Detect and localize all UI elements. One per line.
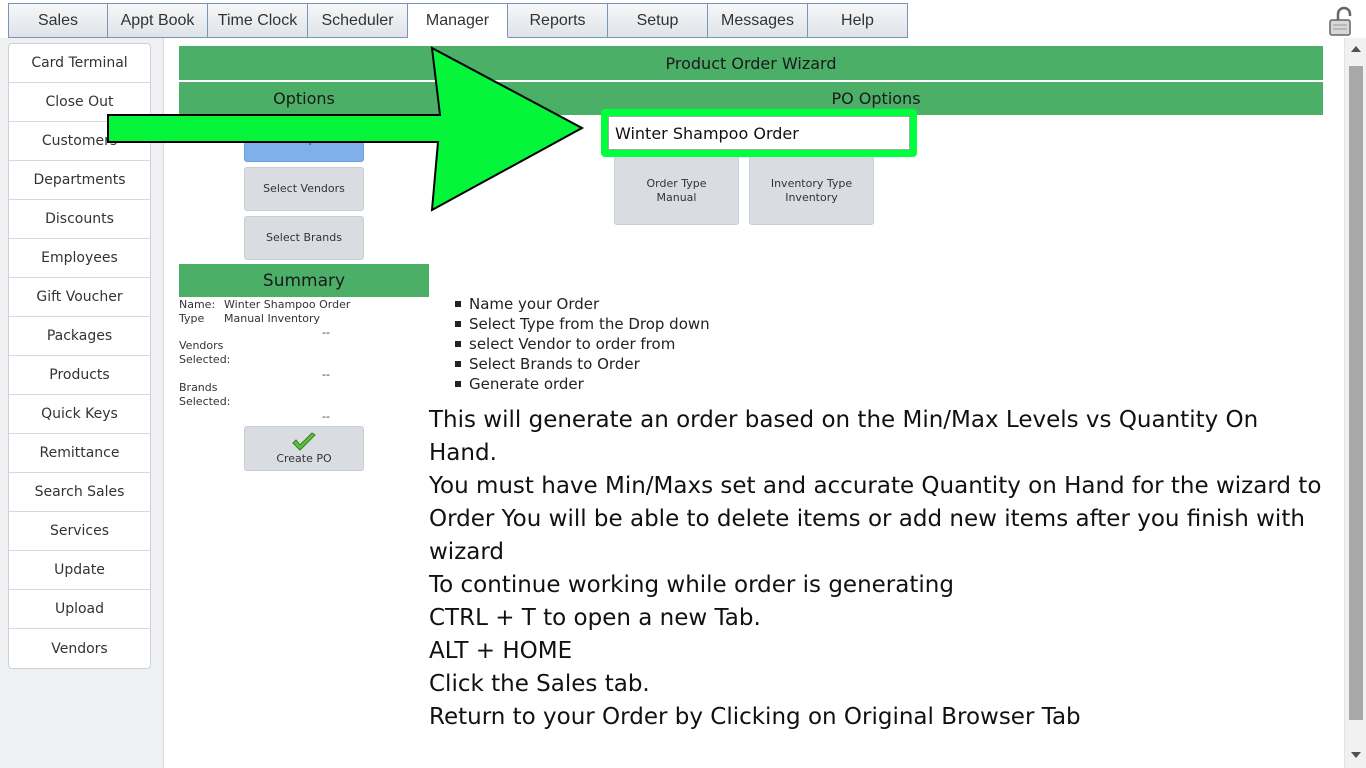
summary-name-value: Winter Shampoo Order [224, 298, 351, 311]
instruction-item: select Vendor to order from [455, 334, 710, 354]
instruction-item: Select Type from the Drop down [455, 315, 710, 333]
summary-brands-value: -- [322, 410, 330, 423]
tab-time-clock[interactable]: Time Clock [208, 3, 308, 38]
scroll-down-icon[interactable] [1351, 752, 1361, 758]
nav-item-packages[interactable]: Packages [9, 317, 150, 356]
nav-item-services[interactable]: Services [9, 512, 150, 551]
order-type-button[interactable]: Order Type Manual [614, 156, 739, 225]
top-tabs: Sales Appt Book Time Clock Scheduler Man… [8, 3, 908, 38]
lock-icon[interactable] [1326, 6, 1358, 38]
nav-item-update[interactable]: Update [9, 551, 150, 590]
scroll-up-icon[interactable] [1351, 46, 1361, 52]
arrow-annotation-icon [107, 46, 585, 212]
explanation-paragraph: This will generate an order based on the… [429, 404, 1329, 569]
summary-type-label: Type [179, 312, 205, 325]
instruction-item: Select Brands to Order [455, 354, 710, 374]
tab-help[interactable]: Help [808, 3, 908, 38]
instruction-item: Generate order [455, 374, 710, 394]
summary-brands-selected-label: Selected: [179, 395, 231, 408]
explanation-line: You must have Min/Maxs set and accurate … [429, 473, 1322, 499]
tab-messages[interactable]: Messages [708, 3, 808, 38]
inventory-type-value: Inventory [785, 190, 838, 204]
summary-dash: -- [322, 326, 330, 339]
nav-item-products[interactable]: Products [9, 356, 150, 395]
summary-brands-label: Brands [179, 381, 218, 394]
summary-vendors-selected-label: Selected: [179, 353, 231, 366]
nav-item-upload[interactable]: Upload [9, 590, 150, 629]
continue-line: CTRL + T to open a new Tab. [429, 605, 761, 631]
tab-setup[interactable]: Setup [608, 3, 708, 38]
tab-sales[interactable]: Sales [8, 3, 108, 38]
continue-working-paragraph: To continue working while order is gener… [429, 569, 1329, 734]
tab-appt-book[interactable]: Appt Book [108, 3, 208, 38]
nav-item-gift-voucher[interactable]: Gift Voucher [9, 278, 150, 317]
continue-line: Return to your Order by Clicking on Orig… [429, 704, 1081, 730]
nav-item-employees[interactable]: Employees [9, 239, 150, 278]
instruction-item: Name your Order [455, 294, 710, 314]
summary-name-label: Name: [179, 298, 216, 311]
tab-reports[interactable]: Reports [508, 3, 608, 38]
create-po-button[interactable]: Create PO [244, 426, 364, 471]
nav-item-search-sales[interactable]: Search Sales [9, 473, 150, 512]
summary-type-value: Manual Inventory [224, 312, 321, 325]
explanation-line: This will generate an order based on the… [429, 407, 1259, 466]
summary-vendors-value: -- [322, 368, 330, 381]
summary-header: Summary [179, 264, 429, 297]
scroll-thumb[interactable] [1349, 66, 1363, 720]
inventory-type-title: Inventory Type [770, 176, 853, 190]
order-type-value: Manual [656, 190, 697, 204]
tab-manager[interactable]: Manager [408, 3, 508, 38]
inventory-type-button[interactable]: Inventory Type Inventory [749, 156, 874, 225]
continue-line: To continue working while order is gener… [429, 572, 954, 598]
nav-item-quick-keys[interactable]: Quick Keys [9, 395, 150, 434]
nav-item-remittance[interactable]: Remittance [9, 434, 150, 473]
summary-vendors-label: Vendors [179, 339, 224, 352]
checkmark-icon [292, 431, 316, 451]
order-name-input[interactable] [608, 116, 910, 150]
select-brands-button[interactable]: Select Brands [244, 216, 364, 260]
instruction-list: Name your Order Select Type from the Dro… [455, 294, 710, 394]
order-name-highlight [601, 109, 917, 157]
explanation-line: wizard [429, 539, 505, 565]
create-po-label: Create PO [276, 451, 332, 465]
tab-scheduler[interactable]: Scheduler [308, 3, 408, 38]
vertical-scrollbar[interactable] [1344, 38, 1366, 768]
order-type-title: Order Type [646, 176, 707, 190]
select-brands-label: Select Brands [266, 231, 342, 244]
top-navigation: Sales Appt Book Time Clock Scheduler Man… [0, 0, 1366, 42]
explanation-line: Order You will be able to delete items o… [429, 506, 1305, 532]
continue-line: Click the Sales tab. [429, 671, 650, 697]
continue-line: ALT + HOME [429, 638, 573, 664]
nav-item-vendors[interactable]: Vendors [9, 629, 150, 668]
